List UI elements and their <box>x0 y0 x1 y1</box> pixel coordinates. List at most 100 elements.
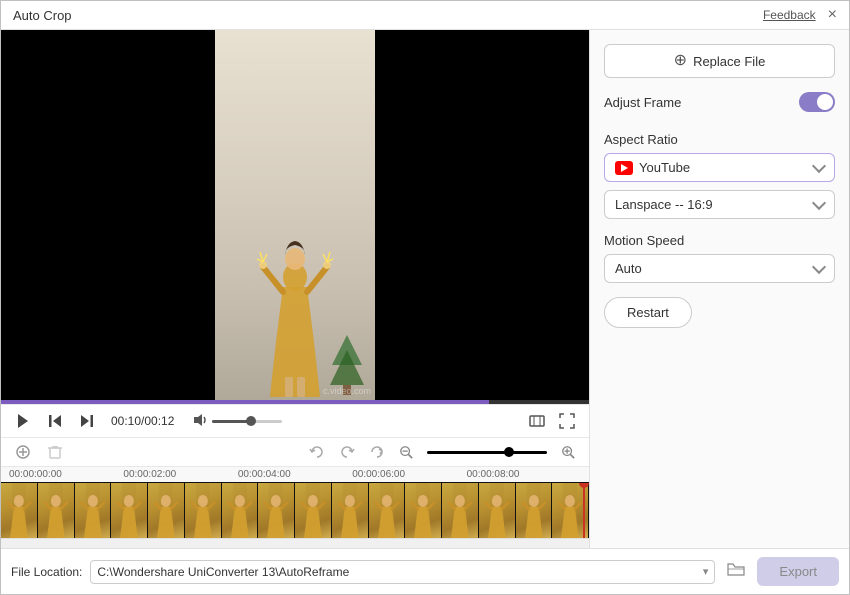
trash-icon <box>47 444 63 460</box>
film-strip <box>1 482 589 538</box>
video-watermark: c.video.com <box>323 386 371 396</box>
timeline-zoom-controls <box>305 442 579 462</box>
film-frame <box>442 483 479 538</box>
film-frame <box>332 483 369 538</box>
delete-button[interactable] <box>43 442 67 462</box>
sub-dropdown-chevron <box>812 195 826 209</box>
motion-speed-section: Motion Speed Auto <box>604 233 835 283</box>
adjust-frame-section: Adjust Frame <box>604 92 835 118</box>
ruler-time-3: 00:00:06:00 <box>352 469 466 480</box>
step-forward-button[interactable] <box>75 411 99 431</box>
file-location-input-wrapper: ▾ <box>90 560 715 584</box>
zoom-in-icon <box>561 445 575 459</box>
ruler-time-4: 00:00:08:00 <box>467 469 581 480</box>
title-bar-actions: Feedback × <box>763 7 839 23</box>
adjust-frame-label: Adjust Frame <box>604 95 681 110</box>
aspect-ratio-dropdown-wrapper: YouTube <box>604 153 835 182</box>
ctrl-right <box>525 411 579 431</box>
zoom-slider[interactable] <box>427 451 547 454</box>
file-location-label: File Location: <box>11 565 82 579</box>
volume-thumb <box>246 416 256 426</box>
replace-file-button[interactable]: ⊕ Replace File <box>604 44 835 78</box>
close-button[interactable]: × <box>826 7 839 23</box>
aspect-ratio-sub-value: Lanspace -- 16:9 <box>615 197 713 212</box>
motion-speed-dropdown[interactable]: Auto <box>604 254 835 283</box>
zoom-out-button[interactable] <box>395 443 417 461</box>
timeline-toolbar <box>1 437 589 466</box>
playhead <box>583 483 585 538</box>
fit-screen-icon <box>529 413 545 429</box>
play-button[interactable] <box>11 411 35 431</box>
zoom-in-button[interactable] <box>557 443 579 461</box>
ruler-times: 00:00:00:00 00:00:02:00 00:00:04:00 00:0… <box>1 469 589 480</box>
aspect-ratio-label: Aspect Ratio <box>604 132 678 147</box>
adjust-frame-toggle[interactable] <box>799 92 835 112</box>
restart-section: Restart <box>604 297 835 328</box>
aspect-ratio-sub-dropdown[interactable]: Lanspace -- 16:9 <box>604 190 835 219</box>
aspect-ratio-label-row: Aspect Ratio <box>604 132 835 147</box>
person-figure <box>255 197 335 400</box>
volume-slider[interactable] <box>212 420 282 423</box>
main-window: Auto Crop Feedback × <box>0 0 850 595</box>
motion-speed-label: Motion Speed <box>604 233 684 248</box>
film-frame <box>38 483 75 538</box>
dropdown-chevron <box>812 158 826 172</box>
film-frames <box>1 483 589 538</box>
export-button[interactable]: Export <box>757 557 839 586</box>
step-back-icon <box>47 413 63 429</box>
fullscreen-icon <box>559 413 575 429</box>
add-clip-button[interactable] <box>11 442 35 462</box>
dropdown-content: YouTube <box>615 160 690 175</box>
redo-button[interactable] <box>335 442 359 462</box>
film-frame <box>185 483 222 538</box>
restart-button[interactable]: Restart <box>604 297 692 328</box>
browse-folder-button[interactable] <box>723 559 749 584</box>
motion-speed-value: Auto <box>615 261 642 276</box>
rotate-button[interactable] <box>365 442 389 462</box>
aspect-ratio-value: YouTube <box>639 160 690 175</box>
fullscreen-button[interactable] <box>555 411 579 431</box>
video-preview: c.video.com <box>1 30 589 400</box>
timeline-scrollbar[interactable] <box>1 538 589 548</box>
right-panel: ⊕ Replace File Adjust Frame Aspect Ratio <box>589 30 849 548</box>
film-frame <box>405 483 442 538</box>
main-content: c.video.com <box>1 30 849 548</box>
toggle-knob <box>817 94 833 110</box>
film-frame <box>148 483 185 538</box>
left-panel: c.video.com <box>1 30 589 548</box>
fit-screen-button[interactable] <box>525 411 549 431</box>
volume-control <box>192 412 282 431</box>
motion-speed-label-row: Motion Speed <box>604 233 835 248</box>
file-location-dropdown-btn[interactable]: ▾ <box>697 561 715 582</box>
film-frame <box>222 483 259 538</box>
motion-speed-dropdown-wrapper: Auto <box>604 254 835 283</box>
step-back-button[interactable] <box>43 411 67 431</box>
film-frame <box>258 483 295 538</box>
aspect-ratio-dropdown[interactable]: YouTube <box>604 153 835 182</box>
time-display: 00:10/00:12 <box>111 414 174 428</box>
youtube-play-icon <box>621 164 628 172</box>
redo-icon <box>339 444 355 460</box>
title-bar: Auto Crop Feedback × <box>1 1 849 30</box>
play-icon <box>15 413 31 429</box>
film-frame <box>1 483 38 538</box>
youtube-icon <box>615 161 633 175</box>
undo-button[interactable] <box>305 442 329 462</box>
film-frame <box>295 483 332 538</box>
film-frame <box>516 483 553 538</box>
bottom-bar: File Location: ▾ Export <box>1 548 849 594</box>
zoom-out-icon <box>399 445 413 459</box>
feedback-link[interactable]: Feedback <box>763 8 816 22</box>
adjust-frame-row: Adjust Frame <box>604 92 835 112</box>
film-frame <box>111 483 148 538</box>
step-forward-icon <box>79 413 95 429</box>
ruler-time-1: 00:00:02:00 <box>123 469 237 480</box>
volume-icon[interactable] <box>192 412 208 431</box>
file-location-input[interactable] <box>91 561 697 583</box>
zoom-thumb <box>504 447 514 457</box>
aspect-ratio-sub-dropdown-wrapper: Lanspace -- 16:9 <box>604 190 835 219</box>
ruler-time-0: 00:00:00:00 <box>9 469 123 480</box>
folder-icon <box>727 561 745 577</box>
video-center: c.video.com <box>215 30 375 400</box>
film-frame <box>75 483 112 538</box>
